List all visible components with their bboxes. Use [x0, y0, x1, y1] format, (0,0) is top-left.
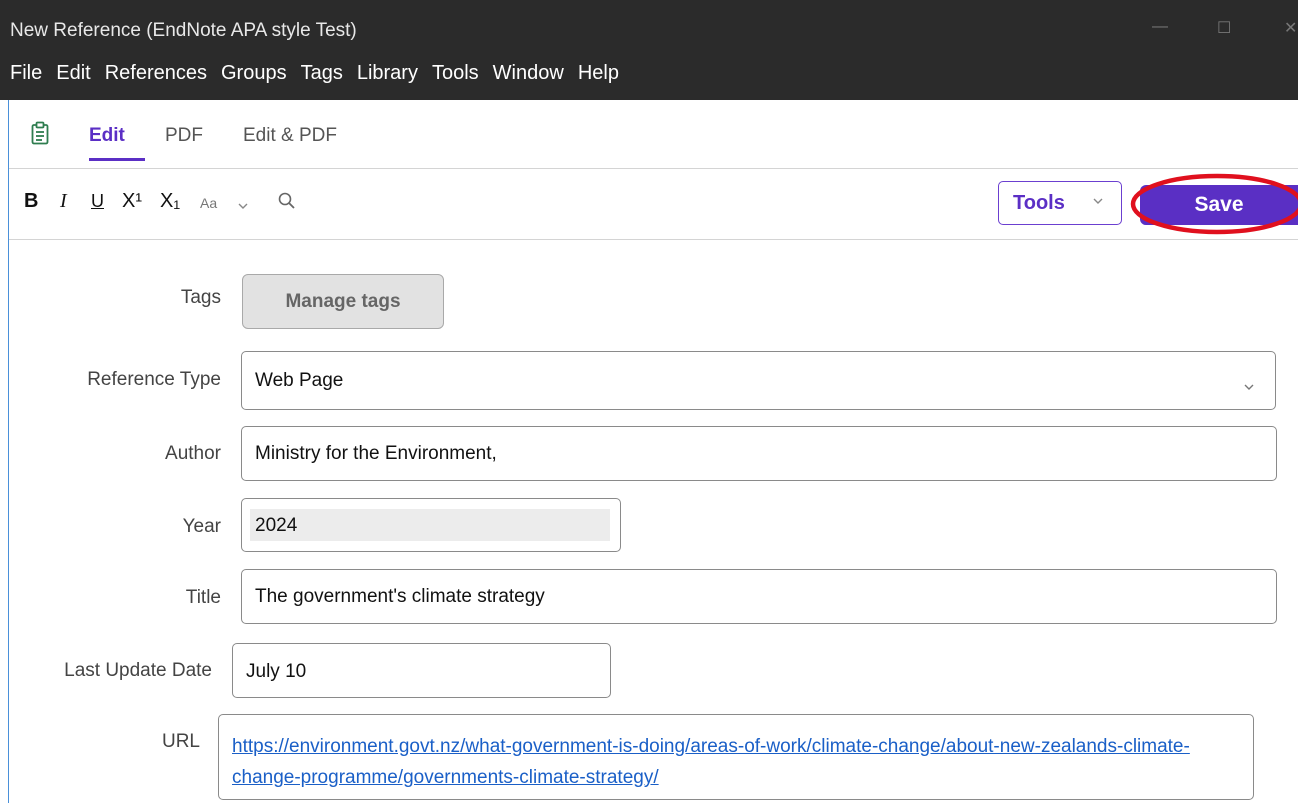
tab-edit[interactable]: Edit: [89, 125, 125, 147]
menu-tags[interactable]: Tags: [301, 62, 343, 85]
menu-library[interactable]: Library: [357, 62, 418, 85]
menu-references[interactable]: References: [105, 62, 207, 85]
menu-window[interactable]: Window: [493, 62, 564, 85]
window-title: New Reference (EndNote APA style Test): [10, 20, 357, 41]
year-value: 2024: [255, 515, 298, 536]
view-tab-bar: Edit PDF Edit & PDF: [9, 100, 1298, 169]
author-value: Ministry for the Environment,: [255, 443, 497, 464]
menu-edit[interactable]: Edit: [56, 62, 90, 85]
subscript-button[interactable]: X₁: [160, 190, 180, 213]
active-tab-indicator: [89, 158, 145, 161]
underline-button[interactable]: U: [91, 191, 104, 212]
url-field[interactable]: https://environment.govt.nz/what-governm…: [218, 714, 1254, 800]
menu-bar: File Edit References Groups Tags Library…: [10, 62, 633, 85]
clipboard-icon[interactable]: [31, 121, 49, 150]
font-size-button[interactable]: Aa: [200, 195, 217, 211]
tags-label: Tags: [180, 287, 221, 308]
close-button[interactable]: ✕: [1284, 18, 1297, 38]
reference-type-value: Web Page: [255, 370, 344, 391]
year-field[interactable]: 2024: [241, 498, 621, 552]
tab-pdf[interactable]: PDF: [165, 125, 203, 147]
formatting-toolbar: B I U X¹ X₁ Aa Tools Save: [9, 169, 1298, 240]
reference-type-label: Reference Type: [87, 369, 221, 390]
tools-label: Tools: [1013, 192, 1065, 214]
url-link[interactable]: https://environment.govt.nz/what-governm…: [232, 731, 1252, 793]
superscript-button[interactable]: X¹: [122, 190, 142, 213]
maximize-button[interactable]: ☐: [1217, 18, 1231, 38]
title-bar: New Reference (EndNote APA style Test) —…: [0, 0, 1298, 100]
menu-file[interactable]: File: [10, 62, 42, 85]
reference-type-select[interactable]: Web Page: [241, 351, 1276, 410]
menu-tools[interactable]: Tools: [432, 62, 479, 85]
url-label: URL: [161, 731, 200, 752]
last-update-date-value: July 10: [246, 661, 307, 682]
menu-groups[interactable]: Groups: [221, 62, 287, 85]
chevron-down-icon[interactable]: [237, 194, 249, 217]
search-icon[interactable]: [277, 191, 297, 217]
last-update-date-field[interactable]: July 10: [232, 643, 611, 698]
tools-dropdown-button[interactable]: Tools: [998, 181, 1122, 225]
menu-help[interactable]: Help: [578, 62, 619, 85]
manage-tags-button[interactable]: Manage tags: [242, 274, 444, 329]
year-label: Year: [182, 516, 221, 537]
chevron-down-icon: [1092, 193, 1104, 209]
title-value: The government's climate strategy: [255, 586, 545, 607]
italic-button[interactable]: I: [60, 190, 67, 213]
last-update-date-label: Last Update Date: [64, 660, 212, 681]
bold-button[interactable]: B: [24, 190, 38, 213]
highlight-circle: [1130, 173, 1298, 235]
title-field[interactable]: The government's climate strategy: [241, 569, 1277, 624]
tab-edit-and-pdf[interactable]: Edit & PDF: [243, 125, 337, 147]
year-field-selection: [250, 509, 610, 541]
title-label: Title: [185, 587, 221, 608]
author-field[interactable]: Ministry for the Environment,: [241, 426, 1277, 481]
minimize-button[interactable]: —: [1152, 18, 1168, 36]
author-label: Author: [165, 443, 221, 464]
chevron-down-icon: [1243, 376, 1255, 398]
